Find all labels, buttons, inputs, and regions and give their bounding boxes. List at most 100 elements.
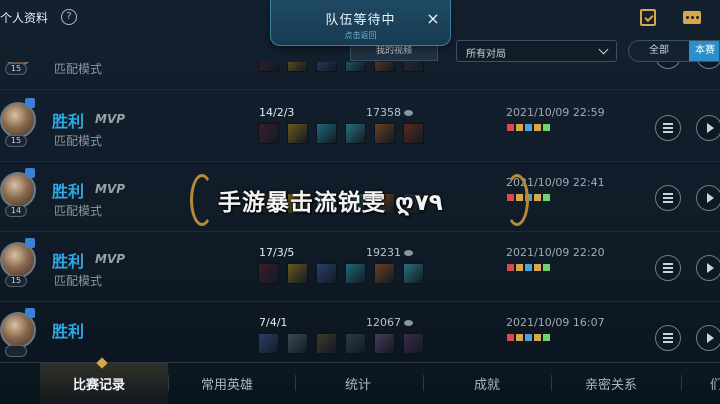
divider bbox=[295, 375, 296, 391]
details-button[interactable] bbox=[655, 255, 681, 281]
team-mark-icon bbox=[534, 264, 541, 271]
item-icon bbox=[287, 123, 308, 144]
divider bbox=[423, 375, 424, 391]
item-icon bbox=[258, 333, 279, 354]
team-mark-icon bbox=[507, 124, 514, 131]
team-mark-icon bbox=[516, 124, 523, 131]
match-type-value: 所有对局 bbox=[466, 49, 506, 60]
page-title: 个人资料 bbox=[0, 11, 49, 25]
replay-button[interactable] bbox=[696, 185, 720, 211]
team-badge-icon bbox=[25, 168, 35, 178]
match-row[interactable]: 胜利 7/4/1 12067 2021/10/09 16:07 bbox=[0, 302, 720, 362]
match-mode: 匹配模式 bbox=[54, 134, 103, 148]
item-icon bbox=[345, 62, 366, 72]
help-icon[interactable]: ? bbox=[61, 9, 77, 25]
queue-return-link[interactable]: 点击返回 bbox=[271, 30, 450, 41]
hero-level: 15 bbox=[5, 135, 27, 147]
item-icon bbox=[287, 263, 308, 284]
season-segment-control[interactable]: 全部 本赛 bbox=[628, 40, 720, 62]
gold-amount: 17358 bbox=[366, 106, 401, 119]
chevron-down-icon bbox=[598, 44, 609, 55]
match-time: 2021/10/09 22:59 bbox=[506, 106, 605, 119]
team-mark-icon bbox=[543, 194, 550, 201]
team-mark-icon bbox=[534, 194, 541, 201]
coin-icon bbox=[404, 320, 413, 326]
laurel-left-icon bbox=[190, 174, 214, 226]
match-result: 胜利 bbox=[52, 322, 85, 341]
item-icon bbox=[345, 333, 366, 354]
hero-level: 15 bbox=[5, 63, 27, 75]
coin-icon bbox=[404, 110, 413, 116]
divider bbox=[681, 375, 682, 391]
team-mark-icon bbox=[543, 124, 550, 131]
item-icon bbox=[258, 62, 279, 72]
mvp-badge: MVP bbox=[95, 182, 126, 196]
replay-button[interactable] bbox=[696, 255, 720, 281]
item-icon bbox=[374, 123, 395, 144]
laurel-right-icon bbox=[505, 174, 529, 226]
team-badge-icon bbox=[25, 98, 35, 108]
item-icon bbox=[258, 263, 279, 284]
replay-button[interactable] bbox=[696, 325, 720, 351]
match-mode: 匹配模式 bbox=[54, 204, 103, 218]
match-row[interactable]: 15 匹配模式 bbox=[0, 62, 720, 90]
watermark-text: 手游暴击流锐雯 ღ٧٩ bbox=[218, 190, 443, 216]
item-icon bbox=[258, 123, 279, 144]
match-row[interactable]: 15 胜利 MVP 匹配模式 17/3/5 19231 2021/10/09 22:20 bbox=[0, 232, 720, 302]
team-mark-icon bbox=[534, 334, 541, 341]
team-mark-icon bbox=[534, 124, 541, 131]
team-mark-icon bbox=[507, 264, 514, 271]
team-mark-icon bbox=[525, 124, 532, 131]
replay-button[interactable] bbox=[696, 62, 720, 69]
match-result: 胜利 bbox=[52, 252, 85, 271]
team-mark-icon bbox=[516, 334, 523, 341]
details-button[interactable] bbox=[655, 325, 681, 351]
team-mark-icon bbox=[543, 334, 550, 341]
team-mark-icon bbox=[525, 264, 532, 271]
item-icon bbox=[287, 62, 308, 72]
segment-all[interactable]: 全部 bbox=[629, 41, 689, 61]
details-button[interactable] bbox=[655, 115, 681, 141]
replay-button[interactable] bbox=[696, 115, 720, 141]
tab-common-heroes[interactable]: 常用英雄 bbox=[201, 374, 253, 393]
team-badge-icon bbox=[25, 308, 35, 318]
item-icon bbox=[345, 123, 366, 144]
item-icon bbox=[374, 62, 395, 72]
close-icon[interactable]: × bbox=[426, 11, 440, 27]
item-icon bbox=[316, 333, 337, 354]
gold-value: 17358 bbox=[366, 106, 413, 119]
segment-season[interactable]: 本赛 bbox=[689, 41, 719, 61]
coin-icon bbox=[404, 250, 413, 256]
tab-relationships[interactable]: 亲密关系 bbox=[585, 374, 637, 393]
details-button[interactable] bbox=[655, 62, 681, 69]
item-icon bbox=[316, 123, 337, 144]
item-icon bbox=[403, 62, 424, 72]
queue-title: 队伍等待中 bbox=[325, 13, 396, 28]
match-row[interactable]: 15 胜利 MVP 匹配模式 14/2/3 17358 2021/10/09 22:59 bbox=[0, 92, 720, 162]
team-mark-icon bbox=[525, 334, 532, 341]
chat-icon[interactable] bbox=[683, 11, 701, 24]
gold-value: 12067 bbox=[366, 316, 413, 329]
queue-waiting-panel[interactable]: 队伍等待中 点击返回 × bbox=[270, 0, 451, 46]
mvp-badge: MVP bbox=[95, 252, 126, 266]
gold-value: 19231 bbox=[366, 246, 413, 259]
item-icon bbox=[403, 333, 424, 354]
tab-more[interactable]: 们 bbox=[710, 374, 720, 393]
clipboard-check-icon[interactable] bbox=[640, 9, 656, 26]
kda: 17/3/5 bbox=[259, 246, 295, 259]
team-mark-icon bbox=[507, 334, 514, 341]
team-mark-icon bbox=[516, 264, 523, 271]
item-icon bbox=[403, 123, 424, 144]
item-icon bbox=[345, 263, 366, 284]
match-type-select[interactable]: 所有对局 bbox=[456, 40, 617, 62]
match-result: 胜利 bbox=[52, 182, 85, 201]
hero-level bbox=[5, 345, 27, 357]
tab-achievements[interactable]: 成就 bbox=[474, 374, 500, 393]
tab-match-history[interactable]: 比赛记录 bbox=[73, 374, 125, 393]
divider bbox=[551, 375, 552, 391]
details-button[interactable] bbox=[655, 185, 681, 211]
item-icon bbox=[374, 333, 395, 354]
kda: 14/2/3 bbox=[259, 106, 295, 119]
tab-statistics[interactable]: 统计 bbox=[345, 374, 371, 393]
match-time: 2021/10/09 16:07 bbox=[506, 316, 605, 329]
